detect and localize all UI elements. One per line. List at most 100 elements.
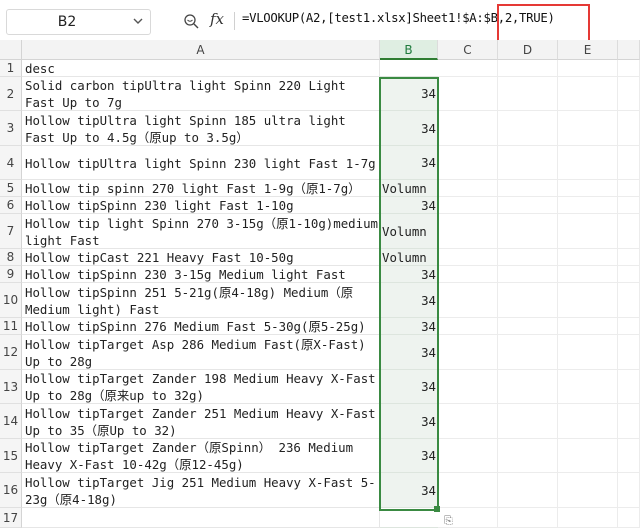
cell-a[interactable]: Hollow tipTarget Zander 198 Medium Heavy… <box>22 370 380 404</box>
cell-b[interactable]: 34 <box>380 439 438 473</box>
empty-cell[interactable] <box>618 214 640 249</box>
empty-cell[interactable] <box>558 370 618 404</box>
row-header[interactable]: 12 <box>0 335 22 370</box>
empty-cell[interactable] <box>618 508 640 528</box>
column-header-d[interactable]: D <box>498 40 558 60</box>
cell-a[interactable]: Hollow tipTarget Zander 251 Medium Heavy… <box>22 404 380 439</box>
empty-cell[interactable] <box>618 439 640 473</box>
empty-cell[interactable] <box>618 197 640 214</box>
column-header-a[interactable]: A <box>22 40 380 60</box>
empty-cell[interactable] <box>618 60 640 77</box>
empty-cell[interactable] <box>558 249 618 266</box>
select-all-corner[interactable] <box>0 40 22 60</box>
empty-cell[interactable] <box>618 335 640 370</box>
row-header[interactable]: 7 <box>0 214 22 249</box>
cell-b[interactable]: 34 <box>380 370 438 404</box>
cell-a[interactable]: Hollow tipUltra light Spinn 185 ultra li… <box>22 111 380 146</box>
cell-a[interactable]: Hollow tipSpinn 251 5-21g(原4-18g) Medium… <box>22 283 380 318</box>
empty-cell[interactable] <box>558 111 618 146</box>
empty-cell[interactable] <box>438 197 498 214</box>
empty-cell[interactable] <box>558 197 618 214</box>
row-header[interactable]: 4 <box>0 146 22 180</box>
cell-b[interactable]: 34 <box>380 77 438 111</box>
cell-a[interactable]: Hollow tipCast 221 Heavy Fast 10-50g <box>22 249 380 266</box>
row-header[interactable]: 13 <box>0 370 22 404</box>
fx-icon[interactable]: fx <box>210 10 224 28</box>
empty-cell[interactable] <box>558 77 618 111</box>
cell-b[interactable]: 34 <box>380 266 438 283</box>
row-header[interactable]: 17 <box>0 508 22 528</box>
empty-cell[interactable] <box>438 318 498 335</box>
empty-cell[interactable] <box>498 283 558 318</box>
empty-cell[interactable] <box>498 197 558 214</box>
cell-b[interactable]: 34 <box>380 335 438 370</box>
cell-a[interactable]: Hollow tip spinn 270 light Fast 1-9g（原1-… <box>22 180 380 197</box>
empty-cell[interactable] <box>618 146 640 180</box>
column-header-b[interactable]: B <box>380 40 438 60</box>
cell-b[interactable]: Volumn <box>380 180 438 197</box>
empty-cell[interactable] <box>438 111 498 146</box>
empty-cell[interactable] <box>558 180 618 197</box>
chevron-down-icon[interactable] <box>132 15 144 27</box>
row-header[interactable]: 6 <box>0 197 22 214</box>
cell-a[interactable]: desc <box>22 60 380 77</box>
cell-b[interactable]: Volumn <box>380 249 438 266</box>
empty-cell[interactable] <box>438 249 498 266</box>
cell-a[interactable]: Hollow tipTarget Jig 251 Medium Heavy X-… <box>22 473 380 508</box>
cell-a[interactable]: Hollow tipTarget Zander（原Spinn） 236 Medi… <box>22 439 380 473</box>
cell-b[interactable]: 34 <box>380 318 438 335</box>
column-header-e[interactable]: E <box>558 40 618 60</box>
empty-cell[interactable] <box>498 60 558 77</box>
zoom-icon[interactable] <box>183 13 199 29</box>
cell-a[interactable]: Hollow tipSpinn 276 Medium Fast 5-30g(原5… <box>22 318 380 335</box>
cell-a[interactable]: Hollow tipSpinn 230 light Fast 1-10g <box>22 197 380 214</box>
row-header[interactable]: 5 <box>0 180 22 197</box>
empty-cell[interactable] <box>618 318 640 335</box>
empty-cell[interactable] <box>618 266 640 283</box>
cell-b[interactable] <box>380 60 438 77</box>
empty-cell[interactable] <box>498 439 558 473</box>
empty-cell[interactable] <box>498 473 558 508</box>
empty-cell[interactable] <box>618 404 640 439</box>
empty-cell[interactable] <box>498 77 558 111</box>
empty-cell[interactable] <box>558 146 618 180</box>
empty-cell[interactable] <box>498 180 558 197</box>
row-header[interactable]: 10 <box>0 283 22 318</box>
cell-a[interactable]: Hollow tip light Spinn 270 3-15g（原1-10g)… <box>22 214 380 249</box>
cell-a[interactable] <box>22 508 380 528</box>
empty-cell[interactable] <box>498 249 558 266</box>
cell-a[interactable]: Hollow tipUltra light Spinn 230 light Fa… <box>22 146 380 180</box>
row-header[interactable]: 15 <box>0 439 22 473</box>
cell-a[interactable]: Hollow tipSpinn 230 3-15g Medium light F… <box>22 266 380 283</box>
row-header[interactable]: 2 <box>0 77 22 111</box>
empty-cell[interactable] <box>618 249 640 266</box>
empty-cell[interactable] <box>618 111 640 146</box>
column-header-c[interactable]: C <box>438 40 498 60</box>
empty-cell[interactable] <box>438 335 498 370</box>
row-header[interactable]: 11 <box>0 318 22 335</box>
empty-cell[interactable] <box>498 335 558 370</box>
row-header[interactable]: 1 <box>0 60 22 77</box>
row-header[interactable]: 8 <box>0 249 22 266</box>
cell-b[interactable]: 34 <box>380 111 438 146</box>
cell-b[interactable]: 34 <box>380 473 438 508</box>
empty-cell[interactable] <box>438 283 498 318</box>
empty-cell[interactable] <box>438 370 498 404</box>
empty-cell[interactable] <box>558 473 618 508</box>
empty-cell[interactable] <box>618 180 640 197</box>
empty-cell[interactable] <box>558 335 618 370</box>
row-header[interactable]: 9 <box>0 266 22 283</box>
row-header[interactable]: 14 <box>0 404 22 439</box>
empty-cell[interactable] <box>558 318 618 335</box>
empty-cell[interactable] <box>498 318 558 335</box>
empty-cell[interactable] <box>438 77 498 111</box>
cell-a[interactable]: Solid carbon tipUltra light Spinn 220 Li… <box>22 77 380 111</box>
empty-cell[interactable] <box>618 283 640 318</box>
empty-cell[interactable] <box>558 439 618 473</box>
empty-cell[interactable] <box>438 473 498 508</box>
name-box[interactable]: B2 <box>6 9 151 35</box>
cell-b[interactable]: 34 <box>380 404 438 439</box>
empty-cell[interactable] <box>438 404 498 439</box>
empty-cell[interactable] <box>558 508 618 528</box>
cell-b[interactable] <box>380 508 438 528</box>
